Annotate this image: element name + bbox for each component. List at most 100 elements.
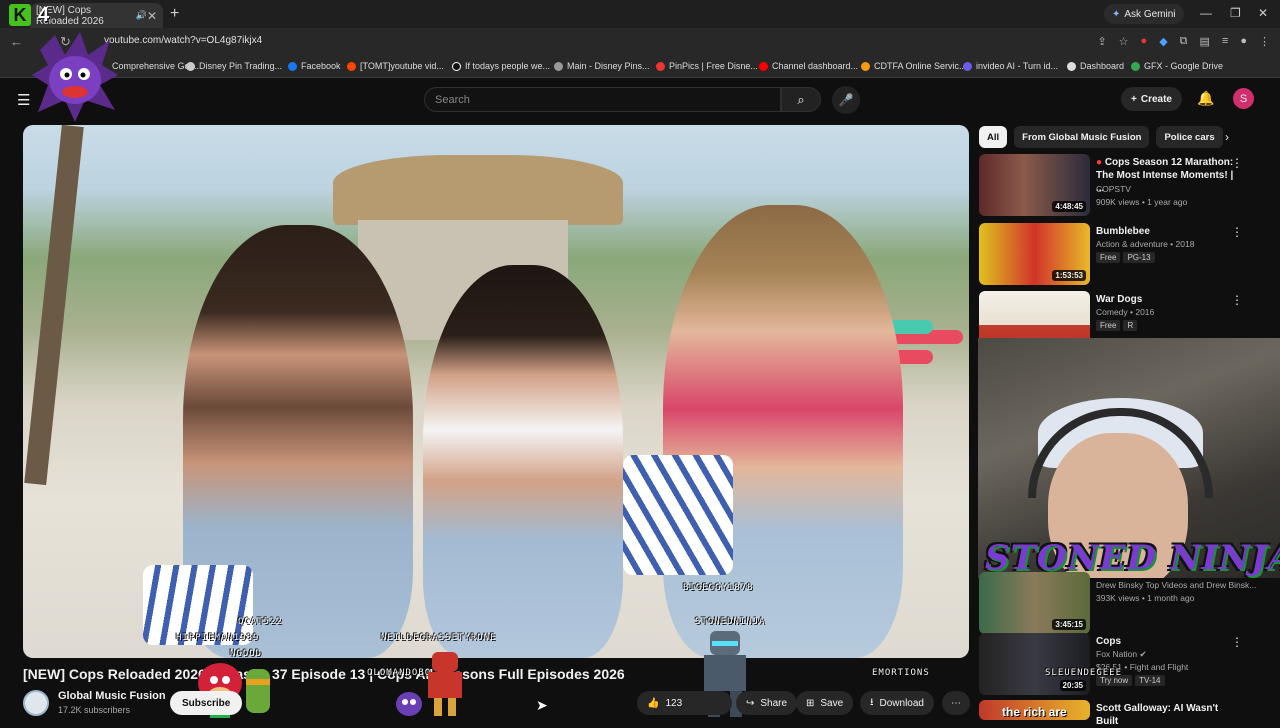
recommendation-badges: Free R <box>1096 320 1140 331</box>
chevron-right-icon[interactable]: › <box>1225 130 1229 144</box>
disney-icon <box>186 61 195 71</box>
chip-all[interactable]: All <box>979 126 1008 148</box>
download-icon: ⭳ <box>870 696 874 708</box>
speaker-icon: 🔊 <box>135 10 147 20</box>
bookmark-item[interactable]: [TOMT]youtube vid... <box>347 61 444 71</box>
bookmark-item[interactable]: If todays people we... <box>452 61 550 71</box>
channel-name[interactable]: Global Music Fusion <box>58 690 166 702</box>
hut-roof <box>333 155 623 225</box>
profile-icon[interactable]: ● <box>1240 35 1247 48</box>
mouse-cursor-icon: ➤ <box>536 697 548 713</box>
chatter-name: EMORTIONS <box>872 668 930 678</box>
recommendation-item[interactable]: 3:45:15 Drew Binsky Top Videos and Drew … <box>979 572 1269 634</box>
sidepanel-icon[interactable]: ▤ <box>1200 35 1210 48</box>
close-icon[interactable]: ✕ <box>147 9 157 23</box>
chatter-name: NEILDEGRASSETYRONE <box>381 633 497 643</box>
back-icon[interactable]: ← <box>10 34 23 49</box>
chip-police-cars[interactable]: Police cars <box>1156 126 1223 148</box>
create-button[interactable]: + Create <box>1121 87 1182 111</box>
bookmark-item[interactable]: GFX - Google Drive <box>1131 61 1223 71</box>
video-title: [NEW] Cops Reloaded 2026 - Season 37 Epi… <box>23 666 625 682</box>
menu-hamburger-icon[interactable]: ☰ <box>17 91 30 109</box>
chatter-name: BIGEGGY1878 <box>683 583 754 593</box>
bookmark-item[interactable]: invideo AI - Turn id... <box>963 61 1058 71</box>
notifications-bell-icon[interactable]: 🔔 <box>1197 90 1214 107</box>
recommendation-item[interactable]: 20:35 Cops Fox Nation ✔ $26.51 • Fight a… <box>979 633 1269 695</box>
download-button[interactable]: ⭳ Download <box>860 691 934 715</box>
channel-subscribers: 17.2K subscribers <box>58 705 131 715</box>
live-dot-icon: ● <box>1096 157 1103 168</box>
recommendation-channel: COPSTV <box>1096 184 1131 194</box>
video-thumbnail[interactable]: 1:53:53 <box>979 223 1090 285</box>
menu-icon[interactable]: ⋮ <box>1259 35 1270 48</box>
save-button[interactable]: ⊞ Save <box>796 691 854 715</box>
media-icon[interactable]: ≡ <box>1222 35 1228 48</box>
address-icons: ⇪ ☆ ● ◆ ⧉ ▤ ≡ ● ⋮ <box>1097 35 1270 48</box>
more-actions-button[interactable]: ⋯ <box>942 691 970 715</box>
rating-badge: TV-14 <box>1135 675 1165 686</box>
bookmark-item[interactable]: Main - Disney Pins... <box>554 61 650 71</box>
cdtfa-icon <box>861 61 870 71</box>
like-button[interactable]: 👍 123 <box>637 691 732 715</box>
person-middle <box>423 265 623 658</box>
bookmark-item[interactable]: Dashboard <box>1067 61 1124 71</box>
rating-badge: PG-13 <box>1123 252 1155 263</box>
dashboard-icon <box>1067 61 1076 71</box>
video-player[interactable]: QCAT522 HIPPIEMAN1989 NGOOD NEILDEGRASSE… <box>23 125 969 658</box>
bookmark-item[interactable]: Channel dashboard... <box>759 61 858 71</box>
new-tab-icon[interactable]: + <box>170 5 179 23</box>
facebook-icon <box>288 61 297 71</box>
youtube-header: ☰ Search ⌕ 🎤 + Create 🔔 S <box>0 79 1280 119</box>
subscribe-button[interactable]: Subscribe <box>170 691 243 715</box>
more-vert-icon[interactable]: ⋮ <box>1231 635 1243 649</box>
ask-gemini-button[interactable]: ✦ Ask Gemini <box>1104 4 1184 24</box>
search-button[interactable]: ⌕ <box>781 87 821 112</box>
video-thumbnail[interactable]: 20:35 <box>979 633 1090 695</box>
tab-title: [NEW] Cops Reloaded 2026 <box>36 4 104 27</box>
extension-blue-icon[interactable]: ◆ <box>1159 35 1167 48</box>
plus-icon: + <box>1131 93 1137 105</box>
recommendation-item[interactable]: 1:53:53 Bumblebee Action & adventure • 2… <box>979 223 1269 285</box>
install-icon[interactable]: ⇪ <box>1097 35 1106 48</box>
voice-search-button[interactable]: 🎤 <box>832 86 860 114</box>
recommendation-genre: Comedy • 2016 <box>1096 307 1155 317</box>
bookmark-item[interactable]: PinPics | Free Disne... <box>656 61 758 71</box>
bookmark-item[interactable]: Disney Pin Trading... <box>186 61 282 71</box>
chatter-name: HIPPIEMAN1989 <box>176 633 260 643</box>
more-icon: ⋯ <box>951 697 961 709</box>
thumbs-up-icon: 👍 <box>647 697 660 709</box>
browser-tab[interactable]: [NEW] Cops Reloaded 2026 🔊 ✕ <box>30 3 163 28</box>
stream-logo-k: K <box>9 4 31 26</box>
bookmark-star-icon[interactable]: ☆ <box>1119 35 1129 48</box>
bookmark-item[interactable]: CDTFA Online Servic... <box>861 61 967 71</box>
share-button[interactable]: ↪ Share <box>736 691 798 715</box>
verified-icon: ✔ <box>1139 649 1147 659</box>
extensions-icon[interactable]: ⧉ <box>1180 35 1188 48</box>
duration-badge: 20:35 <box>1059 680 1086 691</box>
restore-icon[interactable]: ❐ <box>1230 6 1241 20</box>
url-field[interactable]: youtube.com/watch?v=OL4g87ikjx4 <box>104 35 262 46</box>
account-avatar[interactable]: S <box>1233 88 1254 109</box>
more-vert-icon[interactable]: ⋮ <box>1231 156 1243 170</box>
search-input[interactable]: Search <box>424 87 781 112</box>
filter-chips: All From Global Music Fusion Police cars <box>979 126 1223 148</box>
video-thumbnail[interactable]: 4:48:45 <box>979 154 1090 216</box>
more-vert-icon[interactable]: ⋮ <box>1231 293 1243 307</box>
recommendation-channel: Drew Binsky Top Videos and Drew Binsk... <box>1096 580 1257 590</box>
recommendation-stats: 393K views • 1 month ago <box>1096 593 1195 603</box>
bookmarks-bar: Comprehensive Gol... Disney Pin Trading.… <box>0 56 1280 78</box>
window-close-icon[interactable]: ✕ <box>1258 6 1268 20</box>
chatter-name: QCAT522 <box>238 617 283 627</box>
extension-red-icon[interactable]: ● <box>1141 35 1148 48</box>
duration-badge: 4:48:45 <box>1052 201 1086 212</box>
more-vert-icon[interactable]: ⋮ <box>1231 225 1243 239</box>
chip-channel[interactable]: From Global Music Fusion <box>1014 126 1150 148</box>
video-thumbnail[interactable]: 3:45:15 <box>979 572 1090 634</box>
invideo-icon <box>963 61 972 71</box>
share-icon: ↪ <box>746 697 755 709</box>
minimize-icon[interactable]: — <box>1200 6 1212 20</box>
recommendation-item[interactable]: 4:48:45 ● Cops Season 12 Marathon: The M… <box>979 154 1269 216</box>
pins-icon <box>554 61 563 71</box>
bookmark-item[interactable]: Facebook <box>288 61 341 71</box>
channel-avatar[interactable] <box>23 690 49 716</box>
